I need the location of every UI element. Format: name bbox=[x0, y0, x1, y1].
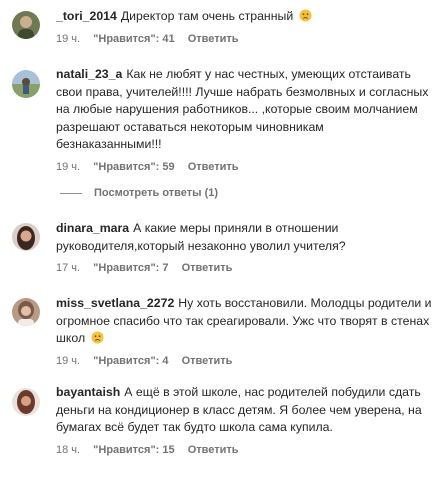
comment-meta: 17 ч. "Нравится": 7 Ответить bbox=[56, 261, 432, 275]
divider-line bbox=[60, 192, 82, 194]
comment-username[interactable]: miss_svetlana_2272 bbox=[56, 296, 174, 310]
comment-meta: 19 ч. "Нравится": 41 Ответить bbox=[56, 32, 432, 46]
likes-count[interactable]: "Нравится": 41 bbox=[93, 33, 174, 45]
comment-meta: 18 ч. "Нравится": 15 Ответить bbox=[56, 443, 432, 457]
avatar[interactable] bbox=[12, 70, 40, 98]
comment-meta: 19 ч. "Нравится": 4 Ответить bbox=[56, 354, 432, 368]
reply-button[interactable]: Ответить bbox=[188, 161, 239, 173]
avatar[interactable] bbox=[12, 223, 40, 251]
comment-username[interactable]: bayantaish bbox=[56, 385, 120, 399]
avatar[interactable] bbox=[12, 388, 40, 416]
view-replies-label: Посмотреть ответы (1) bbox=[94, 187, 219, 199]
likes-count[interactable]: "Нравится": 4 bbox=[93, 355, 168, 367]
comment-username[interactable]: natali_23_a bbox=[56, 67, 122, 81]
reply-button[interactable]: Ответить bbox=[182, 355, 233, 367]
comment-text: Директор там очень странный bbox=[120, 9, 294, 23]
sad-face-emoji-icon bbox=[91, 331, 104, 344]
comment-username[interactable]: dinara_mara bbox=[56, 221, 129, 235]
comment-meta: 19 ч. "Нравится": 59 Ответить bbox=[56, 160, 432, 174]
comment-time: 19 ч. bbox=[56, 32, 81, 45]
likes-count[interactable]: "Нравится": 7 bbox=[93, 262, 168, 274]
likes-count[interactable]: "Нравится": 59 bbox=[93, 161, 174, 173]
comment-time: 17 ч. bbox=[56, 262, 81, 274]
likes-count[interactable]: "Нравится": 15 bbox=[93, 444, 174, 456]
reply-button[interactable]: Ответить bbox=[188, 444, 239, 456]
avatar[interactable] bbox=[12, 298, 40, 326]
comment-time: 18 ч. bbox=[56, 443, 81, 456]
avatar[interactable] bbox=[12, 11, 40, 39]
comment-time: 19 ч. bbox=[56, 354, 81, 367]
comment-time: 19 ч. bbox=[56, 160, 81, 173]
reply-button[interactable]: Ответить bbox=[188, 33, 239, 45]
comment-username[interactable]: _tori_2014 bbox=[56, 9, 117, 23]
sad-face-emoji-icon bbox=[299, 9, 312, 22]
reply-button[interactable]: Ответить bbox=[182, 262, 233, 274]
view-replies-button[interactable]: Посмотреть ответы (1) bbox=[60, 187, 218, 199]
